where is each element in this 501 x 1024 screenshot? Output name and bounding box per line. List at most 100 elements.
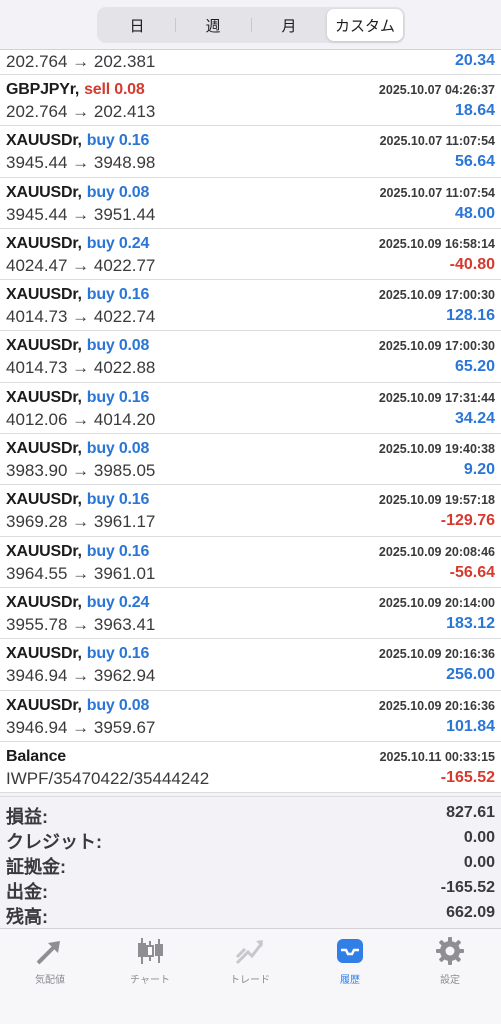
trade-prices: 3969.28 → 3961.17 [6, 512, 156, 532]
trade-time: 2025.10.09 20:08:46 [378, 544, 495, 559]
trade-prices: 4014.73 → 4022.74 [6, 307, 156, 327]
trade-row[interactable]: XAUUSDr, buy 0.16 2025.10.09 20:16:36 3946.… [0, 639, 501, 691]
trade-time: 2025.10.11 00:33:15 [379, 749, 495, 764]
trade-prices: 3964.55 → 3961.01 [6, 563, 156, 583]
tab-label: 気配値 [35, 975, 65, 986]
summary-row-withdrawal: 出金: -165.52 [0, 876, 501, 902]
trade-time: 2025.10.07 11:07:54 [379, 185, 495, 200]
trade-side: buy 0.16 [86, 286, 150, 304]
tab-quotes[interactable]: 気配値 [0, 935, 100, 995]
trade-side: sell 0.08 [84, 81, 145, 98]
trade-symbol: XAUUSDr, buy 0.08 [6, 337, 149, 355]
trade-profit: 56.64 [454, 153, 495, 171]
candlestick-chart-icon [138, 938, 163, 964]
trade-row[interactable]: XAUUSDr, buy 0.08 2025.10.07 11:07:54 3945.… [0, 178, 501, 229]
trade-row[interactable]: XAUUSDr, buy 0.16 2025.10.07 11:07:54 3945.… [0, 126, 501, 178]
tab-label: 設定 [440, 975, 460, 986]
trade-time: 2025.10.09 16:58:14 [378, 236, 495, 251]
tab-history[interactable]: 履歴 [300, 935, 400, 995]
summary-row-credit: クレジット: 0.00 [0, 826, 501, 852]
symbol-label: XAUUSDr, [6, 132, 82, 150]
period-tab-custom[interactable]: カスタム [327, 9, 403, 41]
tab-trade[interactable]: トレード [200, 935, 300, 995]
trade-side: buy 0.08 [86, 440, 150, 458]
trade-symbol: XAUUSDr, buy 0.08 [6, 697, 149, 715]
trade-row[interactable]: GBPJPYr, sell 0.08 2025.10.07 04:26:37 202.… [0, 75, 501, 127]
trade-row[interactable]: XAUUSDr, buy 0.08 2025.10.09 19:40:38 3983.… [0, 434, 501, 486]
period-tab-week[interactable]: 週 [175, 9, 251, 41]
tab-chart[interactable]: チャート [100, 935, 200, 995]
summary-label: 残高: [6, 907, 48, 927]
trade-time: 2025.10.09 20:16:36 [378, 698, 495, 713]
trade-prices: IWPF/35470422/35444242 [6, 768, 210, 788]
trade-time: 2025.10.09 17:31:44 [378, 390, 495, 405]
trade-time: 2025.10.09 17:00:30 [378, 288, 495, 303]
trade-side: buy 0.16 [86, 132, 150, 150]
trade-time: 2025.10.09 19:40:38 [378, 442, 495, 457]
trade-time: 2025.10.09 20:16:36 [378, 647, 495, 662]
trade-symbol: XAUUSDr, buy 0.16 [6, 645, 149, 663]
symbol-label: XAUUSDr, [6, 542, 82, 560]
trade-symbol: XAUUSDr, buy 0.24 [6, 235, 149, 253]
bottom-tab-bar: 気配値 チャート トレード 履歴 設定 [0, 928, 501, 1024]
trade-side: buy 0.16 [86, 542, 150, 560]
symbol-label: XAUUSDr, [6, 645, 82, 663]
summary-row-profit: 損益: 827.61 [0, 801, 501, 827]
top-bar: 日 週 月 カスタム [0, 0, 501, 50]
quotes-arrows-icon [36, 941, 60, 965]
trade-side: buy 0.08 [86, 337, 150, 355]
trade-prices: 4014.73 → 4022.88 [6, 358, 156, 378]
trade-row[interactable]: XAUUSDr, buy 0.24 2025.10.09 20:14:00 3955.… [0, 588, 501, 640]
trade-side: buy 0.24 [86, 593, 150, 611]
trade-profit: -56.64 [449, 563, 495, 581]
period-segmented-control: 日 週 月 カスタム [97, 7, 405, 43]
symbol-label: XAUUSDr, [6, 593, 82, 611]
trade-profit: 183.12 [446, 614, 495, 632]
trade-prices: 4012.06 → 4014.20 [6, 409, 156, 429]
trade-symbol: XAUUSDr, buy 0.16 [6, 491, 149, 509]
trade-row[interactable]: XAUUSDr, buy 0.16 2025.10.09 17:00:30 4014.… [0, 280, 501, 332]
symbol-label: XAUUSDr, [6, 337, 82, 355]
trade-row[interactable]: XAUUSDr, buy 0.16 2025.10.09 17:31:44 4012.… [0, 383, 501, 435]
trade-profit: -165.52 [440, 768, 495, 786]
summary-row-balance: 残高: 662.09 [0, 901, 501, 927]
trade-row[interactable]: 202.764 → 202.381 20.34 [0, 50, 501, 75]
summary-value: 0.00 [463, 854, 495, 871]
summary-value: 0.00 [463, 829, 495, 846]
trade-row[interactable]: XAUUSDr, buy 0.16 2025.10.09 19:57:18 3969.… [0, 485, 501, 537]
trade-time: 2025.10.07 04:26:37 [378, 83, 495, 97]
trade-profit: 34.24 [454, 409, 495, 427]
trade-row[interactable]: XAUUSDr, buy 0.08 2025.10.09 20:16:36 3946.… [0, 691, 501, 742]
symbol-label: XAUUSDr, [6, 388, 82, 406]
symbol-label: XAUUSDr, [6, 440, 82, 458]
trade-profit: -129.76 [440, 512, 495, 530]
trade-time: 2025.10.09 20:14:00 [378, 595, 495, 610]
balance-row[interactable]: Balance 2025.10.11 00:33:15 IWPF/35470422/… [0, 742, 501, 794]
summary-value: -165.52 [440, 879, 495, 896]
tab-settings[interactable]: 設定 [400, 935, 500, 995]
summary-row-deposit: 証拠金: 0.00 [0, 851, 501, 877]
trade-row[interactable]: XAUUSDr, buy 0.08 2025.10.09 17:00:30 4014.… [0, 331, 501, 383]
symbol-label: XAUUSDr, [6, 491, 82, 509]
trade-prices: 202.764 → 202.413 [6, 102, 156, 121]
trade-prices: 3946.94 → 3962.94 [6, 666, 156, 686]
trade-row[interactable]: XAUUSDr, buy 0.16 2025.10.09 20:08:46 3964.… [0, 537, 501, 588]
trade-symbol: XAUUSDr, buy 0.16 [6, 389, 149, 407]
tab-label: 履歴 [340, 975, 360, 986]
trade-prices: 3955.78 → 3963.41 [6, 614, 156, 634]
summary-value: 827.61 [446, 804, 495, 821]
trade-profit: 18.64 [454, 102, 495, 119]
trade-profit: 9.20 [463, 461, 495, 479]
symbol-label: Balance [6, 747, 66, 765]
trade-symbol: XAUUSDr, buy 0.16 [6, 543, 149, 561]
period-tab-day[interactable]: 日 [99, 9, 175, 41]
tab-label: トレード [230, 975, 270, 986]
period-tab-month[interactable]: 月 [251, 9, 327, 41]
trade-row[interactable]: XAUUSDr, buy 0.24 2025.10.09 16:58:14 4024.… [0, 229, 501, 281]
tab-label: チャート [130, 975, 170, 986]
trade-symbol: XAUUSDr, buy 0.08 [6, 184, 149, 202]
trade-profit: 128.16 [446, 307, 495, 325]
summary-value: 662.09 [446, 904, 495, 921]
trade-profit: 65.20 [454, 358, 495, 376]
trade-prices: 202.764 → 202.381 [6, 52, 156, 71]
